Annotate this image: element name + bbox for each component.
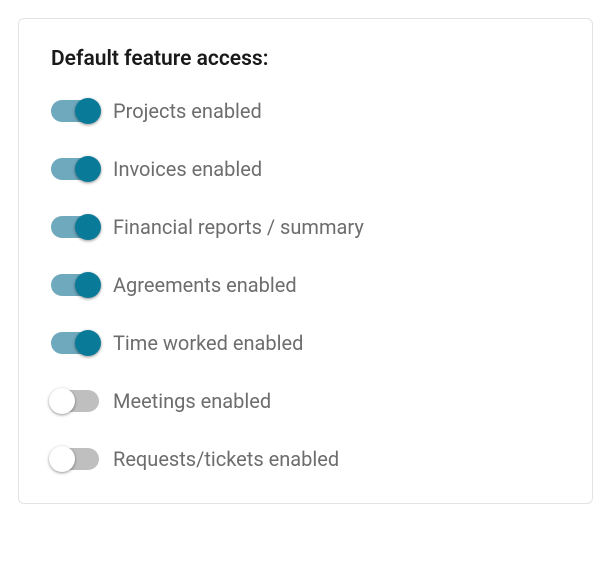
toggle-knob (75, 330, 101, 356)
toggle-row-projects: Projects enabled (51, 99, 560, 123)
panel-title: Default feature access: (51, 47, 560, 71)
toggle-label-financial: Financial reports / summary (113, 215, 364, 239)
toggle-row-financial: Financial reports / summary (51, 215, 560, 239)
toggle-projects[interactable] (51, 100, 99, 122)
toggle-label-agreements: Agreements enabled (113, 273, 297, 297)
toggle-knob (75, 98, 101, 124)
toggle-knob (49, 388, 75, 414)
toggle-financial[interactable] (51, 216, 99, 238)
toggle-row-meetings: Meetings enabled (51, 389, 560, 413)
toggle-label-requests: Requests/tickets enabled (113, 447, 339, 471)
toggle-knob (75, 214, 101, 240)
toggle-time[interactable] (51, 332, 99, 354)
toggle-row-time: Time worked enabled (51, 331, 560, 355)
feature-access-panel: Default feature access: Projects enabled… (18, 18, 593, 504)
toggle-requests[interactable] (51, 448, 99, 470)
toggle-invoices[interactable] (51, 158, 99, 180)
toggle-row-requests: Requests/tickets enabled (51, 447, 560, 471)
toggle-row-invoices: Invoices enabled (51, 157, 560, 181)
toggle-knob (49, 446, 75, 472)
toggle-row-agreements: Agreements enabled (51, 273, 560, 297)
toggle-knob (75, 272, 101, 298)
toggle-agreements[interactable] (51, 274, 99, 296)
toggle-label-projects: Projects enabled (113, 99, 262, 123)
toggle-label-time: Time worked enabled (113, 331, 303, 355)
toggle-label-invoices: Invoices enabled (113, 157, 262, 181)
toggle-knob (75, 156, 101, 182)
toggle-meetings[interactable] (51, 390, 99, 412)
toggle-label-meetings: Meetings enabled (113, 389, 271, 413)
